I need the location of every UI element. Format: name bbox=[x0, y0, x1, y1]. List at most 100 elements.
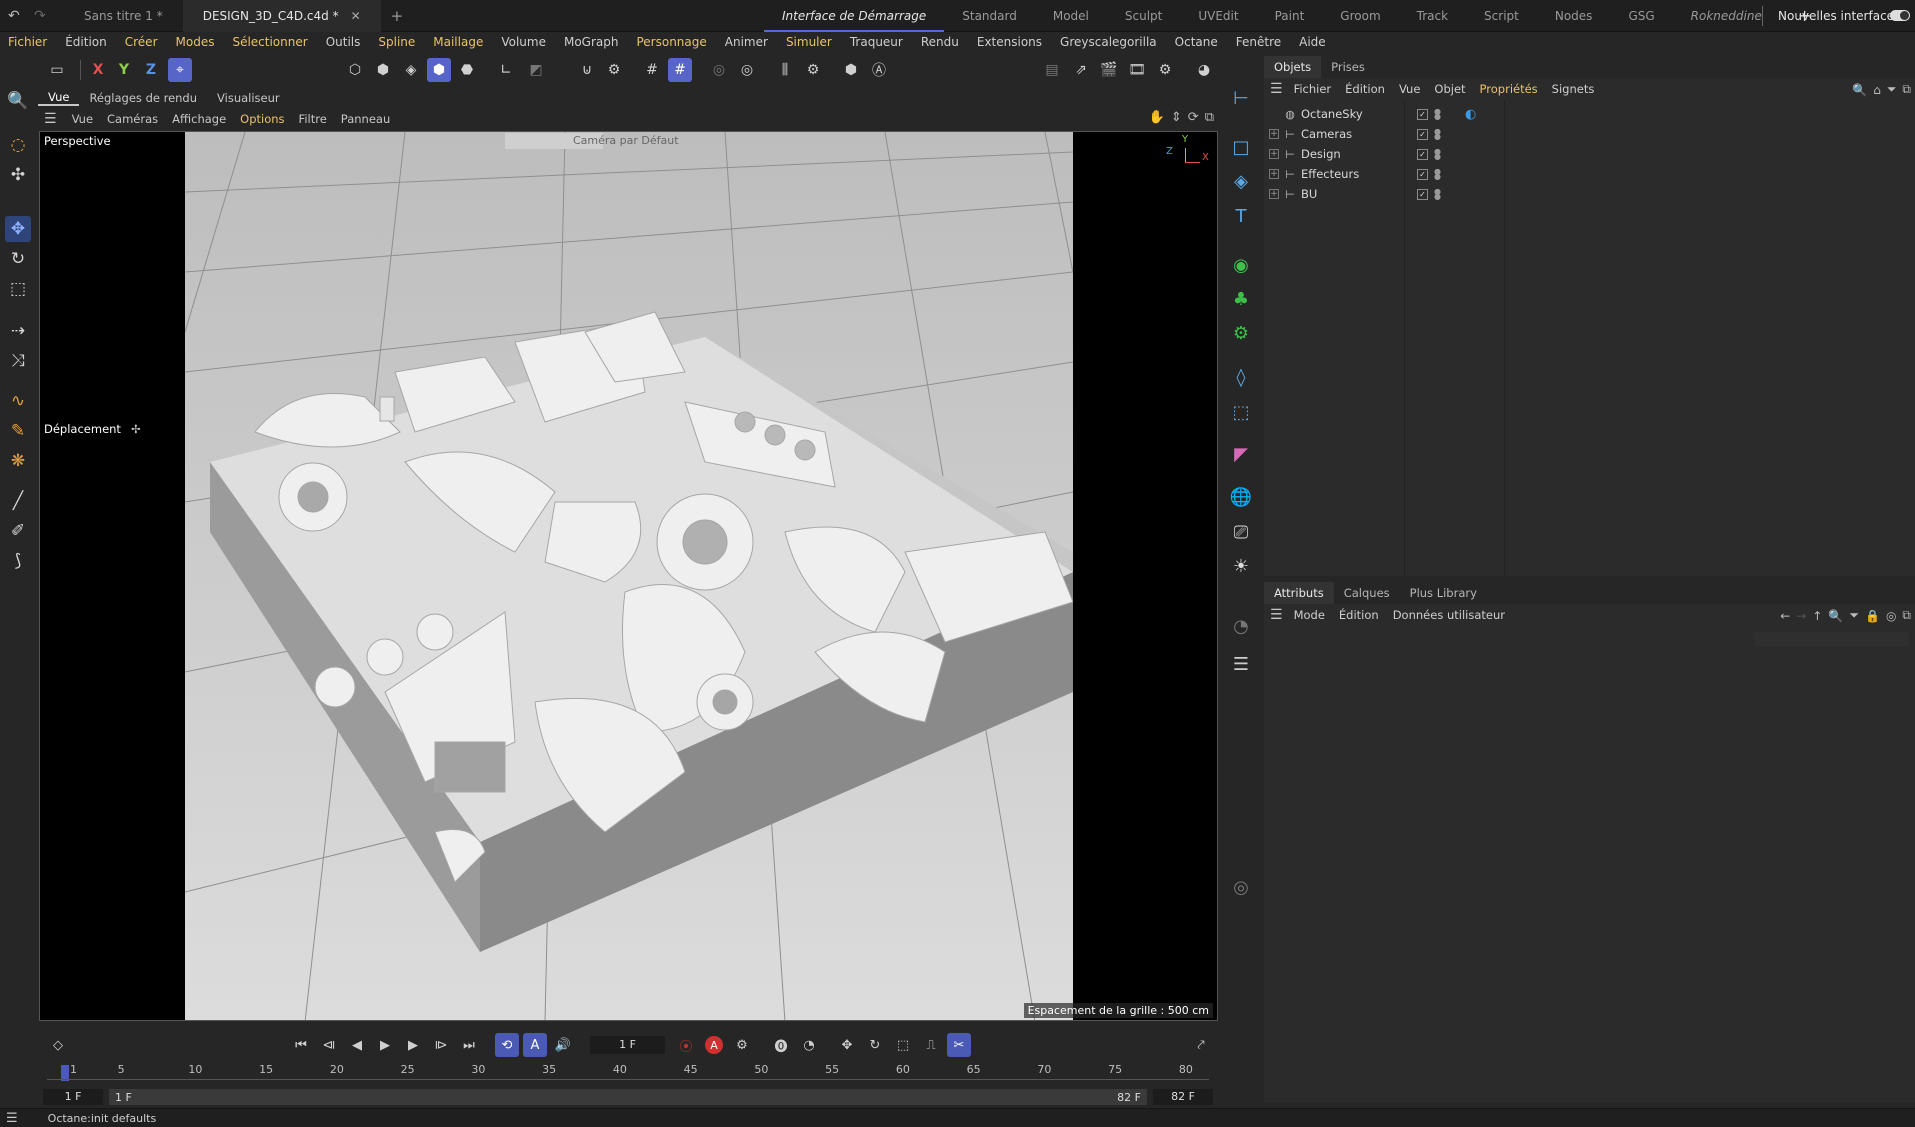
next-key-icon[interactable]: ⧐ bbox=[429, 1033, 453, 1057]
symmetry-icon[interactable]: ⫼ bbox=[773, 58, 797, 82]
render-to-viewer-icon[interactable]: ⇗ bbox=[1069, 58, 1093, 82]
effector-icon[interactable]: ⚙ bbox=[1227, 319, 1255, 347]
edges-mode-icon[interactable]: ⬢ bbox=[371, 58, 395, 82]
key-rotate-icon[interactable]: ↻ bbox=[863, 1033, 887, 1057]
brush-icon[interactable]: ╱ bbox=[5, 488, 31, 514]
viewport-menu-cameras[interactable]: Caméras bbox=[100, 112, 165, 126]
obj-menu-objet[interactable]: Objet bbox=[1427, 82, 1472, 96]
layout-gsg[interactable]: GSG bbox=[1610, 0, 1672, 32]
layout-standard[interactable]: Standard bbox=[944, 0, 1035, 32]
next-frame-icon[interactable]: ▶ bbox=[401, 1033, 425, 1057]
bend-icon[interactable]: ◤ bbox=[1227, 440, 1255, 468]
menu-octane[interactable]: Octane bbox=[1166, 35, 1227, 49]
key-scale-icon[interactable]: ⬚ bbox=[891, 1033, 915, 1057]
toggle-switch[interactable] bbox=[1890, 10, 1910, 21]
key-rotation-icon[interactable]: ◔ bbox=[797, 1033, 821, 1057]
deformer-icon[interactable]: ◊ bbox=[1227, 363, 1255, 391]
layout-interface-demarrage[interactable]: Interface de Démarrage bbox=[764, 0, 945, 32]
search-icon[interactable]: 🔍 bbox=[1828, 609, 1843, 623]
hamburger-icon[interactable]: ☰ bbox=[44, 111, 57, 127]
expand-icon[interactable]: + bbox=[1269, 189, 1279, 199]
expand-icon[interactable]: + bbox=[1269, 149, 1279, 159]
menu-outils[interactable]: Outils bbox=[317, 35, 370, 49]
live-viewer-icon[interactable]: ◕ bbox=[1192, 58, 1216, 82]
loop-icon[interactable]: ⟲ bbox=[495, 1033, 519, 1057]
obj-menu-fichier[interactable]: Fichier bbox=[1287, 82, 1339, 96]
placement-tool-icon[interactable]: ⤨ bbox=[5, 348, 31, 374]
grid-snap-icon[interactable]: # bbox=[640, 58, 664, 82]
sound-icon[interactable]: 🔊 bbox=[551, 1033, 575, 1057]
layout-paint[interactable]: Paint bbox=[1257, 0, 1323, 32]
search-icon[interactable]: 🔍 bbox=[5, 88, 31, 114]
tweak-icon[interactable]: ✣ bbox=[5, 162, 31, 188]
tab-attributs[interactable]: Attributs bbox=[1264, 582, 1334, 604]
menu-greyscalegorilla[interactable]: Greyscalegorilla bbox=[1051, 35, 1166, 49]
menu-selectionner[interactable]: Sélectionner bbox=[223, 35, 316, 49]
layout-model[interactable]: Model bbox=[1035, 0, 1107, 32]
new-tab-button[interactable]: + bbox=[381, 0, 414, 32]
menu-creer[interactable]: Créer bbox=[116, 35, 167, 49]
menu-modes[interactable]: Modes bbox=[167, 35, 224, 49]
tab-visualiseur[interactable]: Visualiseur bbox=[207, 91, 290, 105]
back-arrow-icon[interactable]: ← bbox=[1780, 609, 1790, 623]
object-row-design[interactable]: + ⊢ Design ✓ ● ● bbox=[1264, 144, 1504, 164]
polygon-pen-icon[interactable]: ⟆ bbox=[5, 548, 31, 574]
timeline-ruler[interactable]: 1 5 10 15 20 25 30 35 40 45 50 55 60 65 70 75 80 bbox=[47, 1063, 1209, 1085]
menu-animer[interactable]: Animer bbox=[716, 35, 777, 49]
checkbox-icon[interactable]: ✓ bbox=[1417, 168, 1428, 180]
tab-plus-library[interactable]: Plus Library bbox=[1400, 582, 1487, 604]
filter-icon[interactable]: ⏷ bbox=[1849, 608, 1859, 623]
axis-mode-icon[interactable]: ◩ bbox=[524, 58, 548, 82]
snap-icon[interactable]: ⊍ bbox=[575, 58, 599, 82]
layout-track[interactable]: Track bbox=[1399, 0, 1466, 32]
filter-icon[interactable]: ⏷ bbox=[1887, 82, 1897, 97]
viewport-menu-filtre[interactable]: Filtre bbox=[292, 112, 334, 126]
obj-menu-edition[interactable]: Édition bbox=[1338, 82, 1392, 96]
new-view-icon[interactable]: ⧉ bbox=[1902, 82, 1911, 97]
new-view-icon[interactable]: ⧉ bbox=[1902, 608, 1911, 623]
attr-menu-edition[interactable]: Édition bbox=[1332, 608, 1386, 622]
preview-range-icon[interactable]: A bbox=[523, 1033, 547, 1057]
edit-render-settings-icon[interactable]: ⚙ bbox=[1153, 58, 1177, 82]
model-mode-icon[interactable]: ⬢ bbox=[427, 58, 451, 82]
snap-settings-icon[interactable]: ⚙ bbox=[602, 58, 626, 82]
spline-sketch-icon[interactable]: ✎ bbox=[5, 418, 31, 444]
field-icon[interactable]: ⬚ bbox=[1227, 398, 1255, 426]
object-row-effecteurs[interactable]: + ⊢ Effecteurs ✓ ● ● bbox=[1264, 164, 1504, 184]
visibility-dots[interactable]: ● ● bbox=[1434, 148, 1441, 161]
object-manager-icon[interactable]: ▭ bbox=[45, 58, 69, 82]
layout-sculpt[interactable]: Sculpt bbox=[1107, 0, 1180, 32]
tab-objets[interactable]: Objets bbox=[1264, 56, 1322, 78]
layout-script[interactable]: Script bbox=[1466, 0, 1537, 32]
polygons-mode-icon[interactable]: ◈ bbox=[399, 58, 423, 82]
render-region-icon[interactable]: ◎ bbox=[735, 58, 759, 82]
coordinate-system-icon[interactable]: ⌖ bbox=[168, 58, 192, 82]
grid-snap-active-icon[interactable]: # bbox=[668, 58, 692, 82]
menu-volume[interactable]: Volume bbox=[492, 35, 555, 49]
tab-vue[interactable]: Vue bbox=[38, 90, 80, 106]
menu-rendu[interactable]: Rendu bbox=[912, 35, 968, 49]
knife-icon[interactable]: ✐ bbox=[5, 518, 31, 544]
layout-uvedit[interactable]: UVEdit bbox=[1180, 0, 1256, 32]
menu-extensions[interactable]: Extensions bbox=[968, 35, 1051, 49]
play-icon[interactable]: ▶ bbox=[373, 1033, 397, 1057]
expand-icon[interactable]: + bbox=[1269, 169, 1279, 179]
camera-label[interactable]: Caméra par Défaut bbox=[573, 134, 679, 147]
light-icon[interactable]: ☀ bbox=[1227, 552, 1255, 580]
cube-icon[interactable]: ◈ bbox=[1227, 167, 1255, 195]
fracture-icon[interactable]: ♣ bbox=[1227, 285, 1255, 313]
go-to-start-icon[interactable]: ⏮ bbox=[289, 1033, 313, 1057]
obj-menu-signets[interactable]: Signets bbox=[1545, 82, 1602, 96]
texture-mode-icon[interactable]: ⬣ bbox=[455, 58, 479, 82]
scale-tool-icon[interactable]: ⬚ bbox=[5, 276, 31, 302]
move-tool-icon[interactable]: ✥ bbox=[5, 216, 31, 242]
target-icon[interactable]: ◎ bbox=[1227, 873, 1255, 901]
visibility-dots[interactable]: ● ● bbox=[1434, 108, 1441, 121]
visibility-dots[interactable]: ● ● bbox=[1434, 128, 1441, 141]
auto-icon[interactable]: Ⓐ bbox=[867, 58, 891, 82]
checkbox-icon[interactable]: ✓ bbox=[1417, 148, 1428, 160]
octane-tag-icon[interactable]: ◐ bbox=[1465, 107, 1476, 122]
attr-menu-donnees-utilisateur[interactable]: Données utilisateur bbox=[1386, 608, 1512, 622]
key-move-icon[interactable]: ✥ bbox=[835, 1033, 859, 1057]
menu-mograph[interactable]: MoGraph bbox=[555, 35, 628, 49]
